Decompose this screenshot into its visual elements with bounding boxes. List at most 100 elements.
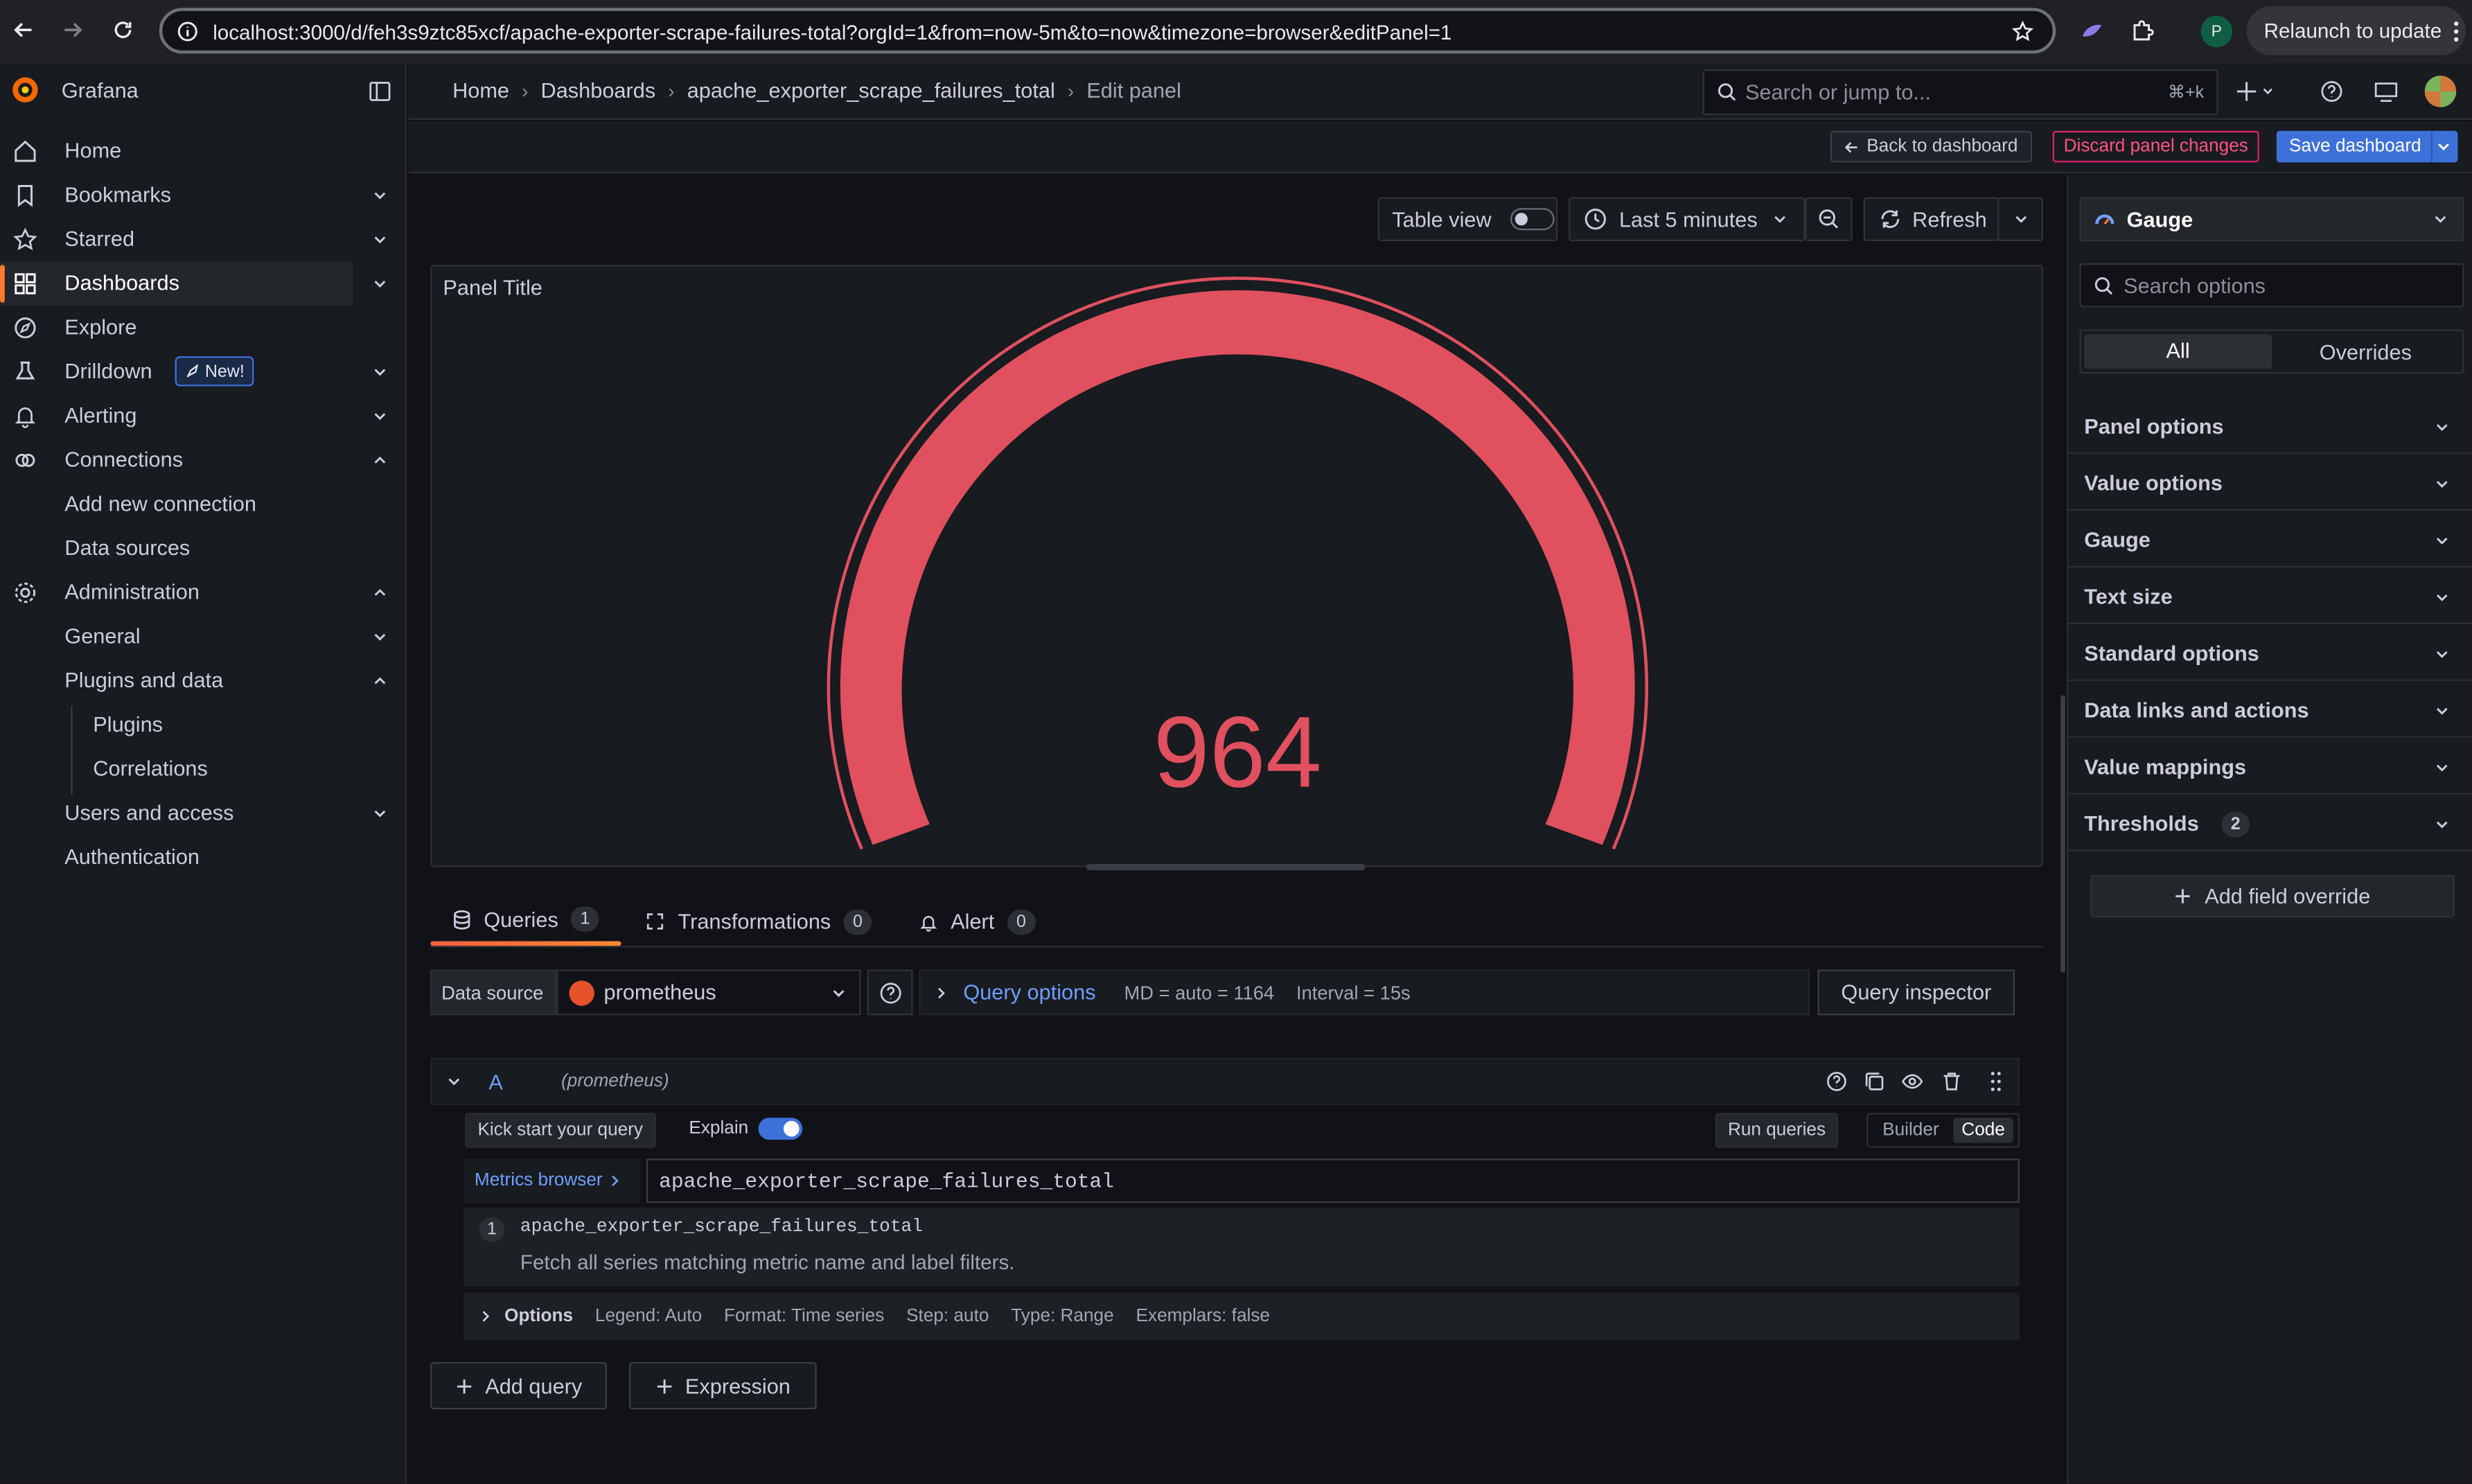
refresh-interval-dropdown[interactable] xyxy=(1997,197,2044,242)
tab-alert[interactable]: Alert 0 xyxy=(919,897,1036,946)
chevron-down-icon[interactable] xyxy=(371,362,389,381)
user-avatar[interactable] xyxy=(2424,76,2457,107)
nav-drilldown[interactable]: Drilldown New! xyxy=(0,350,407,394)
nav-connections[interactable]: Connections xyxy=(0,439,407,483)
zoom-out-button[interactable] xyxy=(1805,197,1853,242)
back-to-dashboard-button[interactable]: Back to dashboard xyxy=(1830,130,2032,163)
query-code-input[interactable]: apache_exporter_scrape_failures_total xyxy=(646,1158,2020,1203)
visualization-picker[interactable]: Gauge xyxy=(2079,197,2464,242)
section-thresholds[interactable]: Thresholds 2 xyxy=(2068,795,2472,851)
section-value-options[interactable]: Value options xyxy=(2068,454,2472,511)
nav-bookmarks[interactable]: Bookmarks xyxy=(0,173,407,218)
panel-resize-handle[interactable] xyxy=(1086,863,1366,871)
explain-toggle[interactable] xyxy=(758,1118,803,1140)
tab-transformations[interactable]: Transformations 0 xyxy=(645,897,872,946)
nav-data-sources[interactable]: Data sources xyxy=(0,527,407,571)
address-bar[interactable]: localhost:3000/d/feh3s9ztc85xcf/apache-e… xyxy=(159,8,2056,54)
chevron-down-icon[interactable] xyxy=(371,628,389,646)
query-options-bar[interactable]: Query options MD = auto = 1164 Interval … xyxy=(919,969,1810,1016)
section-value-mappings[interactable]: Value mappings xyxy=(2068,738,2472,795)
nav-home[interactable]: Home xyxy=(0,130,407,174)
nav-administration[interactable]: Administration xyxy=(0,571,407,615)
query-options-label[interactable]: Query options xyxy=(963,980,1095,1004)
section-gauge[interactable]: Gauge xyxy=(2068,511,2472,568)
add-field-override-button[interactable]: Add field override xyxy=(2090,874,2455,918)
add-expression-button[interactable]: Expression xyxy=(628,1362,817,1410)
chevron-up-icon[interactable] xyxy=(371,583,389,602)
nav-authentication[interactable]: Authentication xyxy=(0,836,407,880)
add-new-icon[interactable] xyxy=(2236,80,2275,103)
breadcrumb-home[interactable]: Home xyxy=(452,79,509,103)
section-panel-options[interactable]: Panel options xyxy=(2068,397,2472,454)
query-inspector-button[interactable]: Query inspector xyxy=(1817,969,2015,1016)
profile-avatar[interactable]: P xyxy=(2200,15,2233,48)
discard-changes-button[interactable]: Discard panel changes xyxy=(2052,130,2259,163)
search-input[interactable]: Search or jump to... ⌘+k xyxy=(1702,69,2218,116)
section-text-size[interactable]: Text size xyxy=(2068,567,2472,625)
query-options-row[interactable]: Options Legend: Auto Format: Time series… xyxy=(463,1292,2020,1341)
dock-menu-icon[interactable] xyxy=(369,80,391,103)
chevron-down-icon[interactable] xyxy=(371,186,389,205)
eye-icon[interactable] xyxy=(1901,1070,1923,1093)
relaunch-button[interactable]: Relaunch to update xyxy=(2246,6,2466,55)
drag-handle-icon[interactable] xyxy=(1988,1070,2004,1093)
nav-correlations[interactable]: Correlations xyxy=(0,748,407,792)
nav-general[interactable]: General xyxy=(0,615,407,659)
kick-start-button[interactable]: Kick start your query xyxy=(465,1113,656,1148)
add-query-button[interactable]: Add query xyxy=(430,1362,608,1410)
exemplars-info: Exemplars: false xyxy=(1136,1307,1270,1326)
chevron-up-icon[interactable] xyxy=(371,451,389,470)
back-icon[interactable] xyxy=(12,19,35,41)
breadcrumb-dashboard[interactable]: apache_exporter_scrape_failures_total xyxy=(687,79,1055,103)
chevron-down-icon[interactable] xyxy=(371,230,389,249)
run-queries-button[interactable]: Run queries xyxy=(1715,1113,1839,1148)
collapse-chevron-icon[interactable] xyxy=(446,1074,462,1090)
pane-splitter-handle[interactable] xyxy=(2060,695,2065,973)
table-view-toggle[interactable]: Table view xyxy=(1377,197,1558,242)
nav-plugins-and-data[interactable]: Plugins and data xyxy=(0,659,407,703)
nav-plugins[interactable]: Plugins xyxy=(0,703,407,748)
nav-dashboards[interactable]: Dashboards xyxy=(0,261,353,306)
chevron-down-icon[interactable] xyxy=(2436,139,2452,154)
extension-icon[interactable] xyxy=(2079,19,2104,44)
toggle-switch[interactable] xyxy=(1510,208,1555,231)
tab-all[interactable]: All xyxy=(2084,334,2272,369)
breadcrumb-dashboards[interactable]: Dashboards xyxy=(541,79,656,103)
tab-queries[interactable]: Queries 1 xyxy=(430,897,621,946)
nav-add-new-connection[interactable]: Add new connection xyxy=(0,482,407,527)
forward-icon[interactable] xyxy=(62,19,84,41)
nav-users-and-access[interactable]: Users and access xyxy=(0,791,407,836)
news-icon[interactable] xyxy=(2374,80,2398,103)
help-icon[interactable] xyxy=(1826,1070,1848,1093)
save-dashboard-button[interactable]: Save dashboard xyxy=(2276,130,2458,163)
query-ref-id[interactable]: A xyxy=(488,1070,503,1094)
nav-explore[interactable]: Explore xyxy=(0,306,407,350)
reload-icon[interactable] xyxy=(112,19,134,41)
builder-mode-option[interactable]: Builder xyxy=(1868,1121,1953,1140)
tab-overrides[interactable]: Overrides xyxy=(2272,339,2460,363)
refresh-button[interactable]: Refresh xyxy=(1863,197,1999,242)
url-text[interactable]: localhost:3000/d/feh3s9ztc85xcf/apache-e… xyxy=(213,21,1451,44)
copy-icon[interactable] xyxy=(1864,1070,1886,1093)
site-info-icon[interactable] xyxy=(177,21,199,43)
datasource-picker[interactable]: prometheus xyxy=(556,969,861,1016)
grafana-logo-icon[interactable] xyxy=(10,74,42,106)
nav-starred[interactable]: Starred xyxy=(0,218,407,262)
metrics-browser-button[interactable]: Metrics browser xyxy=(463,1158,640,1203)
autocomplete-suggestion[interactable]: 1 apache_exporter_scrape_failures_total … xyxy=(463,1208,2020,1287)
nav-alerting[interactable]: Alerting xyxy=(0,394,407,439)
chevron-down-icon[interactable] xyxy=(371,804,389,823)
chevron-down-icon[interactable] xyxy=(371,407,389,425)
extensions-puzzle-icon[interactable] xyxy=(2130,19,2155,44)
trash-icon[interactable] xyxy=(1941,1070,1963,1093)
bookmark-star-icon[interactable] xyxy=(2011,20,2034,43)
chevron-down-icon[interactable] xyxy=(371,274,389,293)
chevron-up-icon[interactable] xyxy=(371,671,389,690)
help-icon[interactable] xyxy=(2321,80,2343,103)
time-range-picker[interactable]: Last 5 minutes xyxy=(1569,197,1806,242)
section-standard-options[interactable]: Standard options xyxy=(2068,624,2472,682)
datasource-help-button[interactable] xyxy=(867,969,913,1016)
section-data-links[interactable]: Data links and actions xyxy=(2068,681,2472,738)
code-mode-option[interactable]: Code xyxy=(1953,1118,2013,1143)
search-options-input[interactable]: Search options xyxy=(2079,263,2464,308)
